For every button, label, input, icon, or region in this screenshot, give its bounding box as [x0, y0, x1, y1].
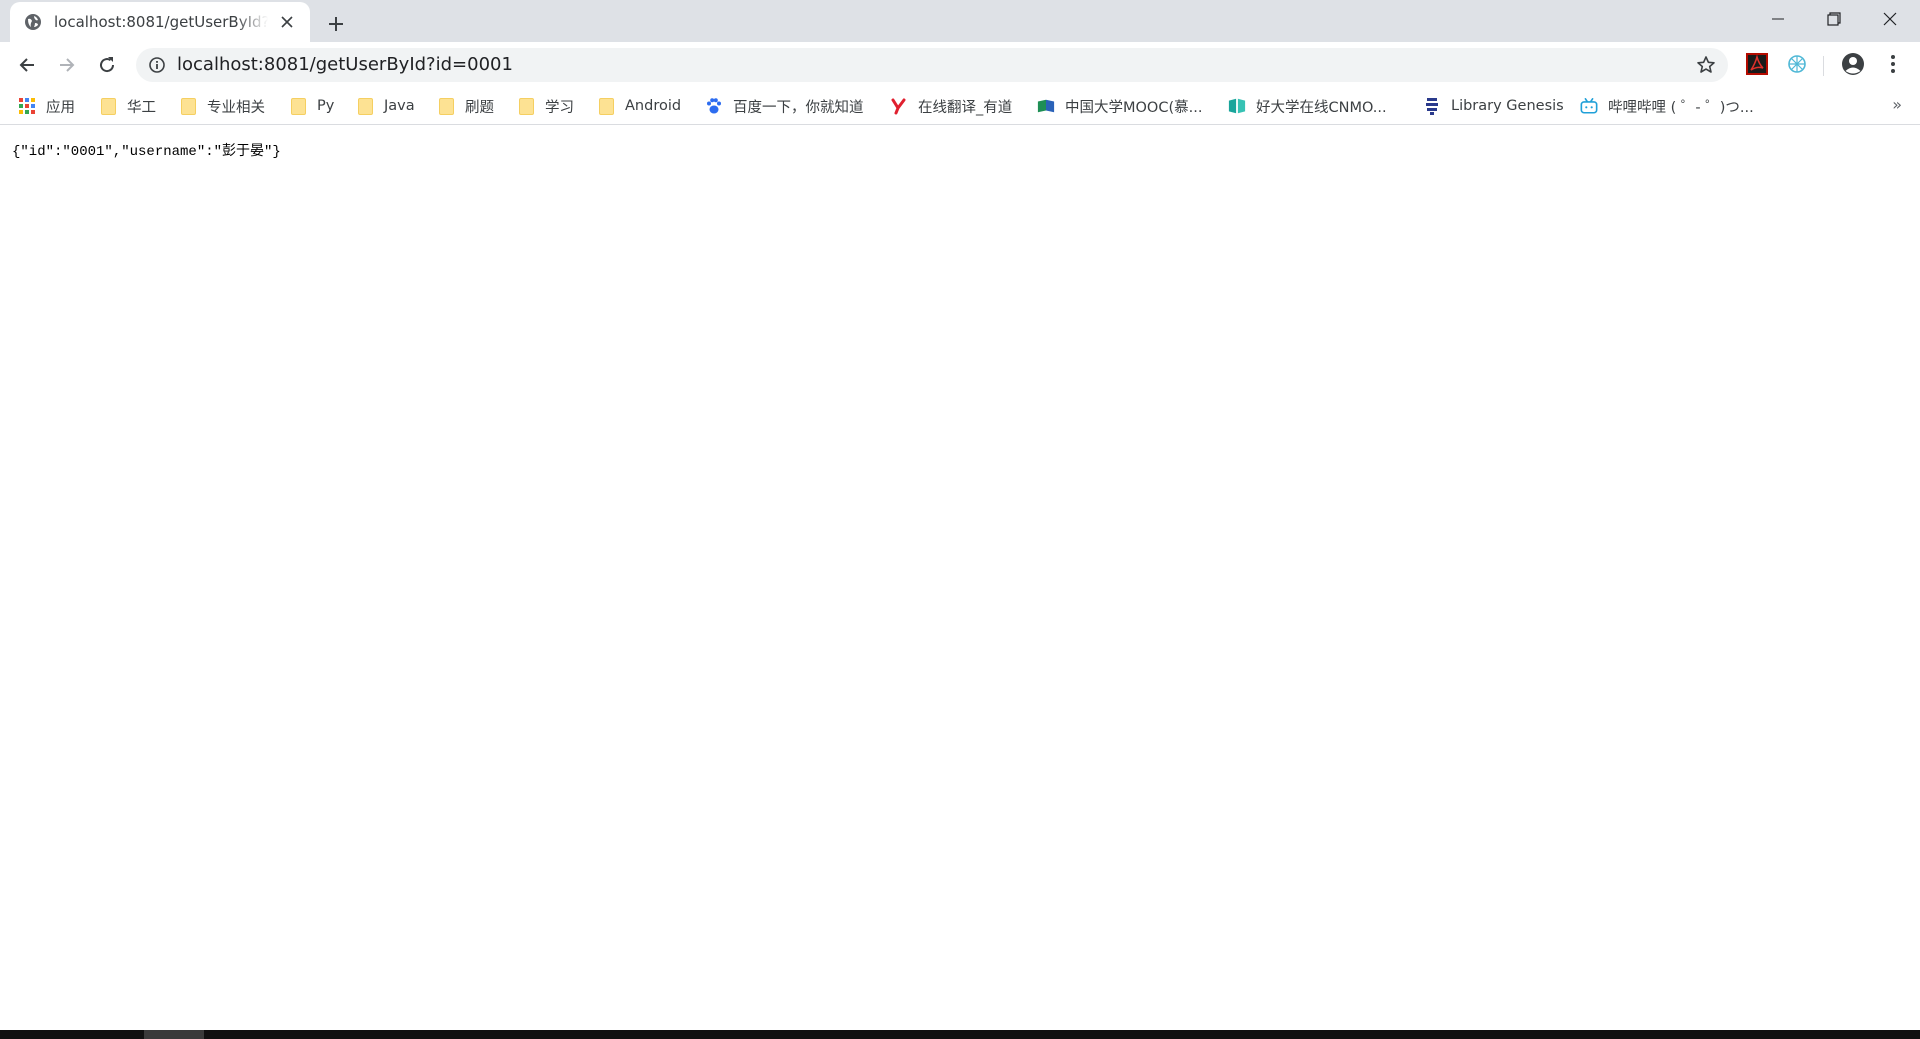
plus-icon [329, 17, 343, 31]
folder-icon [99, 97, 117, 115]
pdf-extension-icon[interactable] [1745, 52, 1769, 76]
bookmark-folder-shuati[interactable]: 刷题 [437, 93, 494, 119]
bookmark-label: 在线翻译_有道 [918, 99, 1013, 116]
apps-grid-icon [18, 97, 36, 115]
forward-button[interactable] [50, 48, 84, 82]
bookmark-folder-huagong[interactable]: 华工 [99, 93, 156, 119]
more-vert-icon [1891, 55, 1895, 73]
bookmark-apps[interactable]: 应用 [18, 93, 75, 119]
extension-icon[interactable] [1785, 52, 1809, 76]
bookmark-folder-xuexi[interactable]: 学习 [517, 93, 574, 119]
bookmark-label: 学习 [545, 99, 574, 116]
bookmark-label: 好大学在线CNMO... [1256, 99, 1387, 116]
bookmark-cnmooc[interactable]: 好大学在线CNMO... [1228, 93, 1387, 119]
youdao-icon [890, 97, 908, 115]
bookmark-label: 哔哩哔哩 ( ゜- ゜)つ... [1608, 99, 1754, 116]
toolbar-divider [1823, 56, 1824, 76]
folder-icon [289, 97, 307, 115]
bookmark-label: 刷题 [465, 99, 494, 116]
bookmark-label: Android [625, 98, 682, 114]
menu-button[interactable] [1881, 52, 1905, 76]
taskbar [0, 1030, 1920, 1039]
back-button[interactable] [10, 48, 44, 82]
star-icon[interactable] [1696, 55, 1716, 75]
bookmark-folder-java[interactable]: Java [356, 93, 415, 119]
tab-strip: localhost:8081/getUserById?id=0001 [0, 0, 1920, 42]
bookmarks-overflow-button[interactable]: » [1892, 95, 1902, 114]
info-icon[interactable] [148, 56, 166, 74]
folder-icon [356, 97, 374, 115]
url-text[interactable]: localhost:8081/getUserById?id=0001 [177, 48, 513, 82]
folder-icon [517, 97, 535, 115]
minimize-icon [1772, 18, 1784, 20]
bilibili-icon [1580, 97, 1598, 115]
bookmark-folder-android[interactable]: Android [597, 93, 681, 119]
bookmark-mooc[interactable]: 中国大学MOOC(慕... [1037, 93, 1202, 119]
tab-title: localhost:8081/getUserById?id=0001 [54, 13, 268, 31]
close-window-button[interactable] [1862, 0, 1918, 38]
folder-icon [597, 97, 615, 115]
restore-icon [1827, 12, 1841, 26]
close-icon[interactable] [276, 11, 298, 33]
toolbar: localhost:8081/getUserById?id=0001 [0, 42, 1920, 87]
active-tab[interactable]: localhost:8081/getUserById?id=0001 [10, 2, 310, 42]
bookmark-label: 华工 [127, 99, 156, 116]
bookmark-folder-zhuanye[interactable]: 专业相关 [179, 93, 265, 119]
bookmark-bilibili[interactable]: 哔哩哔哩 ( ゜- ゜)つ... [1580, 93, 1754, 119]
bookmark-label: Java [384, 98, 415, 114]
profile-button[interactable] [1841, 52, 1865, 76]
restore-button[interactable] [1806, 0, 1862, 38]
bookmark-label: 中国大学MOOC(慕... [1065, 99, 1203, 116]
json-response-text: {"id":"0001","username":"彭于晏"} [12, 144, 281, 160]
bookmark-libgen[interactable]: Library Genesis [1423, 93, 1564, 119]
libgen-icon [1423, 97, 1441, 115]
bookmark-label: 百度一下，你就知道 [733, 99, 864, 116]
account-icon [1842, 53, 1864, 75]
new-tab-button[interactable] [322, 10, 350, 38]
bookmark-label: 专业相关 [207, 99, 265, 116]
arrow-right-icon [60, 58, 75, 72]
bookmark-folder-py[interactable]: Py [289, 93, 334, 119]
taskbar-active-item[interactable] [144, 1030, 204, 1039]
page-content: {"id":"0001","username":"彭于晏"} [0, 126, 1920, 1030]
bookmark-label: 应用 [46, 99, 75, 116]
arrow-left-icon [19, 58, 34, 72]
mooc-icon [1037, 97, 1055, 115]
baidu-paw-icon [705, 97, 723, 115]
reload-icon [100, 57, 115, 73]
folder-icon [437, 97, 455, 115]
bookmarks-bar: 应用 华工 专业相关 Py Java 刷题 学习 Android 百度一下，你就… [0, 87, 1920, 125]
reload-button[interactable] [90, 48, 124, 82]
bookmark-baidu[interactable]: 百度一下，你就知道 [705, 93, 864, 119]
bookmark-label: Py [317, 98, 335, 114]
address-bar[interactable]: localhost:8081/getUserById?id=0001 [136, 48, 1728, 82]
bookmark-youdao[interactable]: 在线翻译_有道 [890, 93, 1012, 119]
globe-icon [24, 13, 42, 31]
folder-icon [179, 97, 197, 115]
close-window-icon [1883, 12, 1897, 26]
bookmark-label: Library Genesis [1451, 98, 1564, 114]
minimize-button[interactable] [1750, 0, 1806, 38]
book-icon [1228, 97, 1246, 115]
